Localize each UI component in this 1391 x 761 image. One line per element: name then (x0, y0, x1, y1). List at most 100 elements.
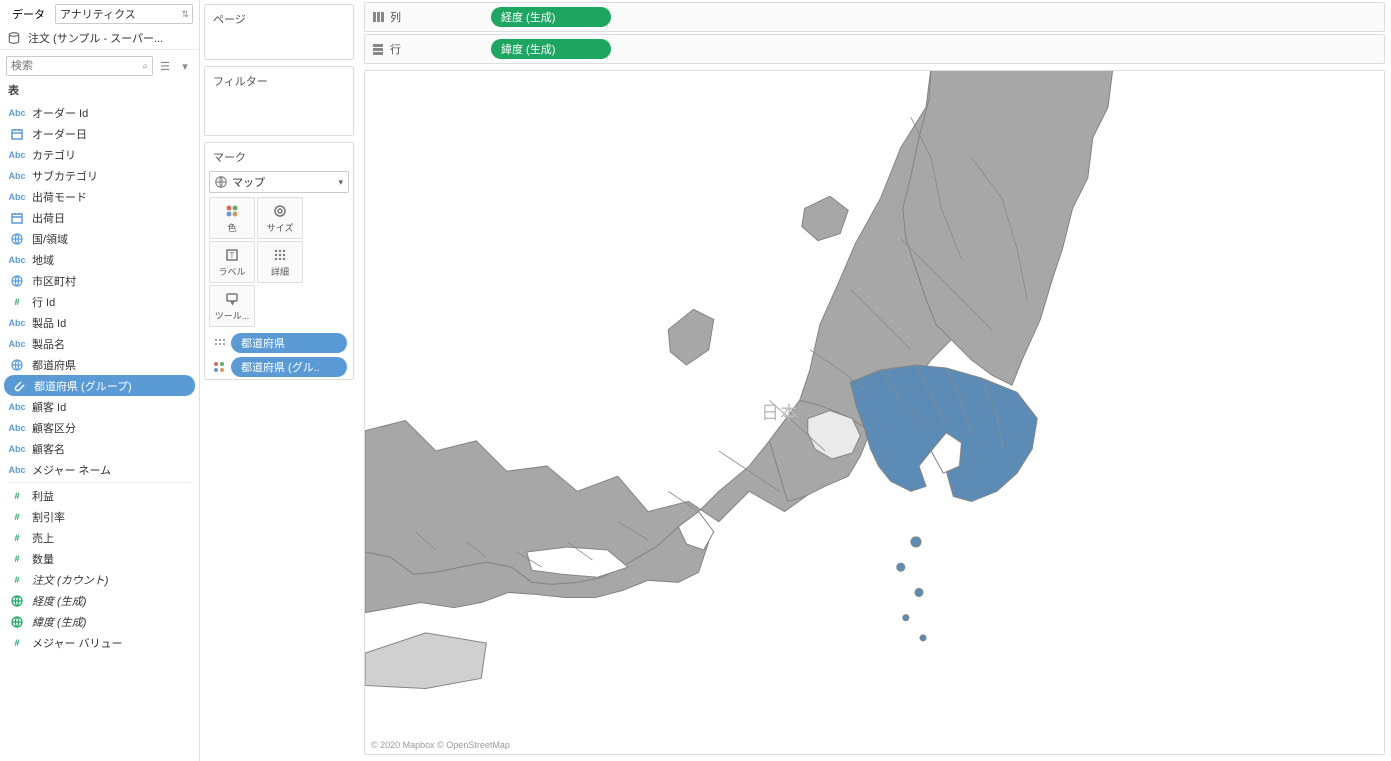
mark-label-label: ラベル (218, 265, 245, 278)
pill-target-icon[interactable] (211, 335, 227, 351)
datasource-row[interactable]: 注文 (サンプル - スーパー... (0, 26, 199, 50)
field-list: Abcオーダー Idオーダー日AbcカテゴリAbcサブカテゴリAbc出荷モード出… (0, 102, 199, 759)
mark-color-button[interactable]: 色 (209, 197, 255, 239)
svg-text:T: T (230, 251, 235, 260)
field-顧客名[interactable]: Abc顧客名 (0, 438, 199, 459)
field-label: オーダー日 (32, 126, 191, 142)
field-顧客区分[interactable]: Abc顧客区分 (0, 417, 199, 438)
field-製品 Id[interactable]: Abc製品 Id (0, 312, 199, 333)
search-row: ⌕ ☰ ▾ (0, 54, 199, 78)
mark-tooltip-label: ツール... (215, 309, 250, 322)
analytics-dropdown[interactable]: アナリティクス (55, 4, 193, 24)
field-label: 緯度 (生成) (32, 614, 191, 630)
field-経度 (生成)[interactable]: 経度 (生成) (0, 590, 199, 611)
field-label: 出荷日 (32, 210, 191, 226)
pill-target-icon[interactable] (211, 359, 227, 375)
rows-icon (371, 42, 385, 56)
pages-card[interactable]: ページ (204, 4, 354, 60)
rows-pill[interactable]: 緯度 (生成) (491, 39, 611, 59)
detail-icon (272, 247, 288, 263)
field-label: メジャー ネーム (32, 462, 191, 478)
field-label: 市区町村 (32, 273, 191, 289)
columns-shelf-label: 列 (371, 9, 481, 25)
field-売上[interactable]: #売上 (0, 527, 199, 548)
mark-color-label: 色 (227, 221, 236, 234)
field-市区町村[interactable]: 市区町村 (0, 270, 199, 291)
columns-icon (371, 10, 385, 24)
rows-shelf[interactable]: 行 緯度 (生成) (364, 34, 1385, 64)
field-サブカテゴリ[interactable]: Abcサブカテゴリ (0, 165, 199, 186)
mark-type-dropdown[interactable]: マップ (209, 171, 349, 193)
field-数量[interactable]: #数量 (0, 548, 199, 569)
field-メジャー バリュー[interactable]: #メジャー バリュー (0, 632, 199, 653)
field-label: オーダー Id (32, 105, 191, 121)
marks-title: マーク (205, 143, 353, 171)
mark-size-label: サイズ (267, 221, 294, 234)
field-label: 利益 (32, 488, 191, 504)
field-割引率[interactable]: #割引率 (0, 506, 199, 527)
field-label: 都道府県 (グループ) (34, 378, 189, 394)
mark-label-button[interactable]: T ラベル (209, 241, 255, 283)
field-都道府県 (グループ)[interactable]: 都道府県 (グループ) (4, 375, 195, 396)
section-tables: 表 (0, 78, 199, 102)
mark-tooltip-button[interactable]: ツール... (209, 285, 255, 327)
field-label: 顧客区分 (32, 420, 191, 436)
mark-pill[interactable]: 都道府県 (グル.. (231, 357, 347, 377)
view-menu-icon[interactable]: ▾ (177, 58, 193, 74)
field-メジャー ネーム[interactable]: Abcメジャー ネーム (0, 459, 199, 480)
search-box[interactable]: ⌕ (6, 56, 153, 76)
cards-sidebar: ページ フィルター マーク マップ 色 サイズ (200, 0, 358, 761)
columns-shelf[interactable]: 列 経度 (生成) (364, 2, 1385, 32)
filters-title: フィルター (205, 67, 353, 95)
field-label: 地域 (32, 252, 191, 268)
field-顧客 Id[interactable]: Abc顧客 Id (0, 396, 199, 417)
field-label: 注文 (カウント) (32, 572, 191, 588)
field-都道府県[interactable]: 都道府県 (0, 354, 199, 375)
field-label: 割引率 (32, 509, 191, 525)
marks-card: マーク マップ 色 サイズ T (204, 142, 354, 380)
mark-detail-button[interactable]: 詳細 (257, 241, 303, 283)
label-icon: T (224, 247, 240, 263)
columns-pill[interactable]: 経度 (生成) (491, 7, 611, 27)
field-label: 行 Id (32, 294, 191, 310)
mark-pill[interactable]: 都道府県 (231, 333, 347, 353)
view-list-icon[interactable]: ☰ (157, 58, 173, 74)
map-credit: © 2020 Mapbox © OpenStreetMap (371, 740, 510, 750)
sidebar-tabs: データ アナリティクス (0, 2, 199, 26)
search-input[interactable] (11, 60, 148, 72)
mark-detail-label: 詳細 (271, 265, 289, 278)
field-注文 (カウント)[interactable]: #注文 (カウント) (0, 569, 199, 590)
field-地域[interactable]: Abc地域 (0, 249, 199, 270)
field-label: 国/領域 (32, 231, 191, 247)
field-label: サブカテゴリ (32, 168, 191, 184)
field-製品名[interactable]: Abc製品名 (0, 333, 199, 354)
field-出荷モード[interactable]: Abc出荷モード (0, 186, 199, 207)
rows-shelf-label: 行 (371, 41, 481, 57)
field-label: 顧客名 (32, 441, 191, 457)
field-行 Id[interactable]: #行 Id (0, 291, 199, 312)
map-icon (214, 175, 228, 189)
mark-pill-row: 都道府県 (205, 331, 353, 355)
datasource-name: 注文 (サンプル - スーパー... (28, 30, 163, 46)
field-label: 売上 (32, 530, 191, 546)
filters-card[interactable]: フィルター (204, 66, 354, 136)
map-viz[interactable]: 日本 © 2020 Mapbox © OpenStreetMap (364, 70, 1385, 755)
tab-data[interactable]: データ (6, 2, 51, 26)
field-利益[interactable]: #利益 (0, 485, 199, 506)
field-カテゴリ[interactable]: Abcカテゴリ (0, 144, 199, 165)
field-オーダー日[interactable]: オーダー日 (0, 123, 199, 144)
mark-type-label: マップ (232, 174, 265, 190)
field-国/領域[interactable]: 国/領域 (0, 228, 199, 249)
field-label: 都道府県 (32, 357, 191, 373)
field-緯度 (生成)[interactable]: 緯度 (生成) (0, 611, 199, 632)
field-label: 経度 (生成) (32, 593, 191, 609)
color-icon (224, 203, 240, 219)
field-label: 出荷モード (32, 189, 191, 205)
data-sidebar: データ アナリティクス 注文 (サンプル - スーパー... ⌕ ☰ ▾ 表 A… (0, 0, 200, 761)
mark-size-button[interactable]: サイズ (257, 197, 303, 239)
pages-title: ページ (205, 5, 353, 33)
mark-buttons: 色 サイズ T ラベル 詳細 (205, 197, 353, 331)
field-オーダー Id[interactable]: Abcオーダー Id (0, 102, 199, 123)
field-出荷日[interactable]: 出荷日 (0, 207, 199, 228)
main-area: 列 経度 (生成) 行 緯度 (生成) (358, 0, 1391, 761)
